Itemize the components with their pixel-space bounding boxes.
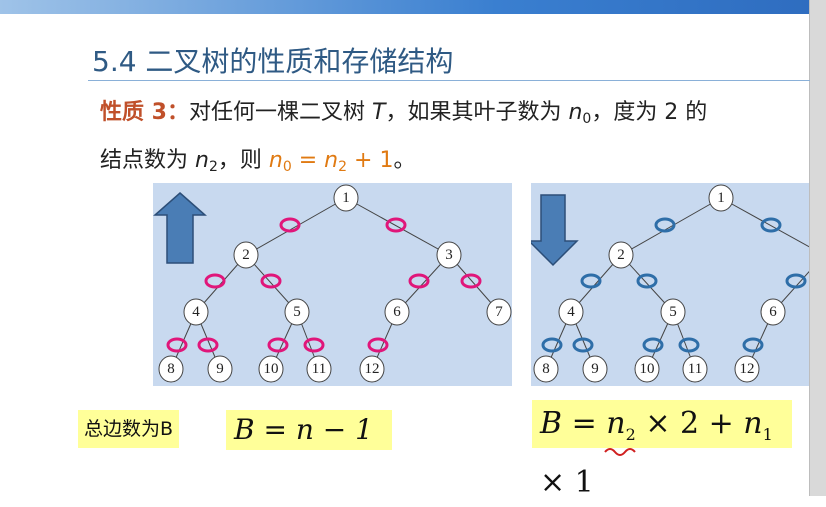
property-label: 性质 3 <box>100 100 167 125</box>
property-colon: ： <box>166 100 189 125</box>
node-label: 11 <box>688 361 702 377</box>
edge-mark <box>580 273 602 289</box>
tree-panel-right: 1 2 3 4 5 6 8 9 10 11 12 <box>531 183 809 386</box>
property-text-e: ，则 <box>217 148 269 173</box>
var-n2: n <box>195 148 209 173</box>
tree-panel-left: 1 2 3 4 5 6 7 8 9 10 11 12 <box>153 183 512 386</box>
edge-mark <box>303 337 325 353</box>
node-label: 11 <box>312 361 326 377</box>
edge-mark <box>678 337 700 353</box>
edge-count-formula: B = n − 1 <box>226 410 392 450</box>
node-label: 12 <box>365 361 380 377</box>
window-top-bar <box>0 0 826 14</box>
edge-mark <box>279 217 301 233</box>
node-label: 9 <box>591 361 599 377</box>
node-label: 10 <box>264 361 279 377</box>
node-label: 6 <box>393 304 401 320</box>
property-text-a: 对任何一棵二叉树 <box>188 100 372 125</box>
property-line-2: 结点数为 n2，则 n0 = n2 + 1。 <box>100 142 415 175</box>
tree-diagram-left: 1 2 3 4 5 6 7 8 9 10 11 12 <box>153 184 512 383</box>
handwritten-underline <box>604 448 636 456</box>
edge-mark <box>742 337 764 353</box>
var-n2-sub: 2 <box>208 159 218 175</box>
tree-diagram-right: 1 2 3 4 5 6 8 9 10 11 12 <box>531 184 809 383</box>
edge-mark <box>760 217 782 233</box>
var-n0: n <box>568 100 583 125</box>
edge-mark <box>267 337 289 353</box>
node-label: 1 <box>342 190 350 206</box>
property-formula: n0 = n2 + 1 <box>268 148 394 175</box>
down-arrow-icon <box>531 194 579 267</box>
edge-mark <box>204 273 226 289</box>
node-label: 10 <box>640 361 655 377</box>
edge-mark <box>636 273 658 289</box>
title-divider <box>88 80 810 81</box>
edge-mark <box>260 273 282 289</box>
property-text-d: 结点数为 <box>100 148 195 173</box>
node-label: 4 <box>567 304 575 320</box>
node-label: 5 <box>669 304 677 320</box>
edge-mark <box>166 337 188 353</box>
node-label: 9 <box>216 361 224 377</box>
edge-mark <box>654 217 676 233</box>
total-edges-note: 总边数为B <box>78 410 180 448</box>
property-text-c: ，度为 2 的 <box>591 100 708 125</box>
node-label: 12 <box>740 361 755 377</box>
edge-mark <box>541 337 563 353</box>
node-label: 8 <box>542 361 550 377</box>
edge-mark <box>367 337 389 353</box>
edge-mark <box>460 273 482 289</box>
up-arrow-icon <box>153 192 207 264</box>
node-label: 2 <box>242 247 250 263</box>
property-line-1: 性质 3：对任何一棵二叉树 T，如果其叶子数为 n0，度为 2 的 <box>100 94 707 127</box>
node-label: 8 <box>167 361 175 377</box>
node-label: 6 <box>769 304 777 320</box>
node-label: 3 <box>445 247 453 263</box>
edge-mark <box>642 337 664 353</box>
node-label: 1 <box>717 190 725 206</box>
node-label: 2 <box>617 247 625 263</box>
property-text-f: 。 <box>393 148 416 173</box>
edge-mark <box>385 217 407 233</box>
node-label: 4 <box>192 304 200 320</box>
var-T: T <box>371 100 386 125</box>
var-n0-sub: 0 <box>582 111 592 127</box>
degree-sum-formula: B = n2 × 2 + n1 × 1 <box>532 400 792 500</box>
slide-title: 5.4 二叉树的性质和存储结构 <box>92 45 454 78</box>
node-label: 5 <box>293 304 301 320</box>
node-label: 7 <box>495 304 503 320</box>
property-text-b: ，如果其叶子数为 <box>385 100 569 125</box>
side-scrollbar[interactable] <box>809 0 826 496</box>
edge-mark <box>785 273 807 289</box>
